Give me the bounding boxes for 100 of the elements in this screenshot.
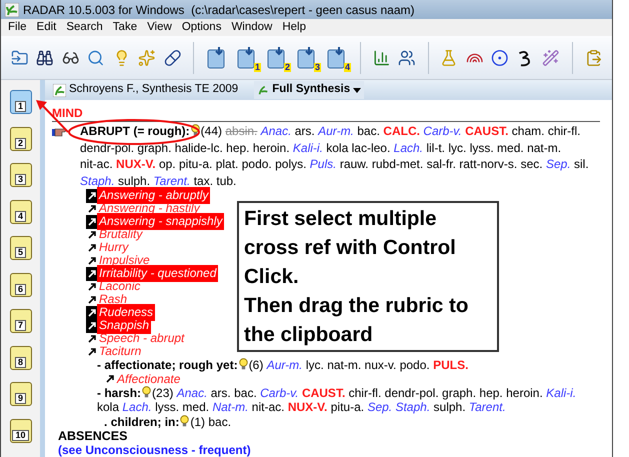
remedy-name[interactable]: cham. [512,124,544,138]
remedy-name[interactable]: Staph. [395,400,430,414]
clipboard-button[interactable]: 2 [10,126,32,150]
clipboard-button[interactable]: 7 [10,309,32,333]
remedy-name[interactable]: hep. [479,386,503,400]
menu-item[interactable]: Options [176,18,226,36]
remedy-name[interactable]: plat. [216,157,238,171]
remedy-name[interactable]: lac-leo. [352,140,390,154]
remedy-name[interactable]: CALC. [383,124,420,138]
remedy-name[interactable]: chir-fl. [348,386,382,400]
remedy-name[interactable]: CAUST. [302,386,346,400]
remedy-name[interactable]: hep. [226,140,250,154]
menu-item[interactable]: View [142,18,177,36]
remedy-name[interactable]: Anac. [260,124,292,138]
remedy-name[interactable]: Tarent. [468,400,506,414]
cross-reference-link[interactable]: Irritability - questioned [97,265,218,282]
remedy-name[interactable]: Nat-m. [212,400,248,414]
clipboard-button[interactable]: 5 [10,236,32,260]
remedy-name[interactable]: lyc. [306,358,324,372]
remedy-name[interactable]: ars. [294,124,315,138]
cross-reference-link[interactable]: Answering - snappishly [97,213,224,230]
remedy-name[interactable]: dendr-pol. [80,140,134,154]
remedy-name[interactable]: Kali-i. [292,140,323,154]
remedy-name[interactable]: nit-ac. [252,400,284,414]
cross-reference-link[interactable]: Affectionate [115,370,182,388]
remedy-name[interactable]: Anac. [176,386,208,400]
menu-item[interactable]: Help [277,18,312,36]
remedy-name[interactable]: bac. [357,124,380,138]
remedy-name[interactable]: chir-fl. [548,124,580,138]
repertory-view-dropdown[interactable]: Full Synthesis [254,81,364,99]
clipboard-button[interactable]: 8 [10,346,32,370]
remedy-name[interactable]: rauw. [340,157,369,171]
remedy-name[interactable]: bac. [208,414,232,428]
remedy-name[interactable]: podo. [400,358,430,372]
menu-item[interactable]: File [3,18,32,36]
remedy-name[interactable]: Lach. [394,140,423,154]
remedy-name[interactable]: polys. [275,157,306,171]
menu-item[interactable]: Window [226,18,278,36]
remedy-name[interactable]: graph. [442,386,476,400]
remedy-name[interactable]: Carb-v. [260,386,299,400]
remedy-name[interactable]: pitu-a. [330,400,364,414]
remedy-name[interactable]: bac. [234,386,257,400]
remedy-name[interactable]: med. [182,400,210,414]
remedy-name[interactable]: nat-m. [527,140,562,154]
menu-item[interactable]: Search [61,18,108,36]
remedy-name[interactable]: Staph. [80,174,115,188]
remedy-name[interactable]: heroin. [506,386,543,400]
remedy-name[interactable]: Sep. [546,157,571,171]
remedy-name[interactable]: NUX-V. [116,157,156,171]
remedy-name[interactable]: sil. [574,157,589,171]
remedy-name[interactable]: Sep. [367,400,392,414]
remedy-name[interactable]: op. [158,157,176,171]
remedy-name[interactable]: lyc. [448,140,466,154]
remedy-name[interactable]: heroin. [252,140,290,154]
rubric-title[interactable]: harsh: [104,386,142,400]
remedy-name[interactable]: tub. [216,174,236,188]
remedy-name[interactable]: sec. [520,157,543,171]
clipboard-button[interactable]: 9 [10,382,32,406]
remedy-name[interactable]: sal-fr. [426,157,456,171]
remedy-name[interactable]: tax. [194,174,214,188]
remedy-name[interactable]: kola [326,140,348,154]
remedy-name[interactable]: med. [497,140,524,154]
remedy-name[interactable]: nat-m. [327,358,362,372]
remedy-name[interactable]: rubd-met. [372,157,424,171]
remedy-name[interactable]: NUX-V. [288,400,328,414]
see-also-link[interactable]: (see Unconsciousness - frequent) [52,443,600,457]
remedy-name[interactable]: ars. [210,386,231,400]
menu-item[interactable]: Take [108,18,142,36]
remedy-name[interactable]: ratt-norv-s. [459,157,518,171]
remedy-name[interactable]: Tarent. [153,174,190,188]
remedy-name[interactable]: Aur-m. [318,124,354,138]
clipboard-button[interactable]: 3 [10,163,32,187]
rubric-title[interactable]: ABSENCES [52,429,600,443]
clipboard-button[interactable]: 4 [10,200,32,224]
clipboard-button[interactable]: 1 [10,90,32,114]
cross-reference-link[interactable]: Snappish [97,317,152,334]
remedy-name[interactable]: Carb-v. [423,124,462,138]
remedy-name[interactable]: Aur-m. [266,358,302,372]
menu-item[interactable]: Edit [32,18,62,36]
remedy-name[interactable]: dendr-pol. [384,386,439,400]
remedy-name[interactable]: lil-t. [426,140,446,154]
remedy-name[interactable]: podo. [242,157,272,171]
remedy-name[interactable]: CAUST. [465,124,508,138]
clipboard-button[interactable]: 6 [10,272,32,296]
remedy-name[interactable]: sulph. [434,400,466,414]
remedy-name[interactable]: nit-ac. [80,157,113,171]
rubric-title[interactable]: children; in: [110,414,180,428]
remedy-name[interactable]: pitu-a. [178,157,212,171]
remedy-name[interactable]: lyss. [155,400,180,414]
clipboard-button[interactable]: 10 [10,418,32,442]
remedy-name[interactable]: Kali-i. [546,386,576,400]
remedy-name[interactable]: halide-lc. [174,140,223,154]
remedy-name[interactable]: lyss. [470,140,494,154]
remedy-name[interactable]: Lach. [122,400,152,414]
remedy-name[interactable]: sulph. [118,174,150,188]
remedy-name[interactable]: Puls. [310,157,336,171]
cross-reference-link[interactable]: Answering - abruptly [97,187,210,204]
remedy-name[interactable]: graph. [137,140,172,154]
remedy-name[interactable]: nux-v. [364,358,396,372]
remedy-name[interactable]: PULS. [433,358,468,372]
